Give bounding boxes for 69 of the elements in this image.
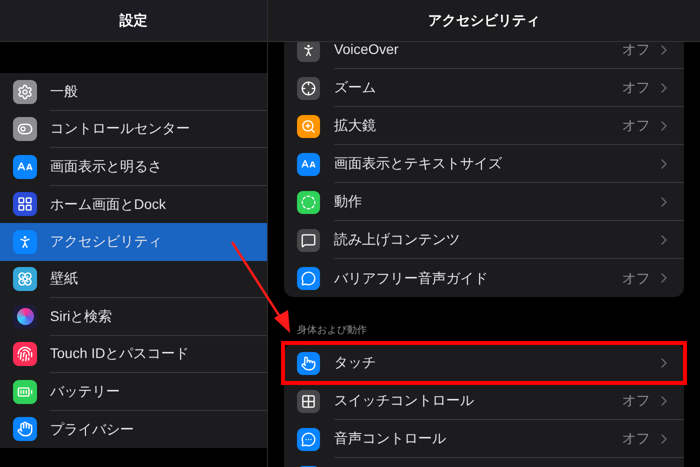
sidebar-item[interactable]: 壁紙	[0, 260, 267, 298]
item-label: スイッチコントロール	[334, 391, 475, 410]
settings-row[interactable]: 画面表示とテキストサイズ	[284, 145, 684, 183]
speech-bubble-icon	[297, 266, 320, 290]
grid-icon	[297, 390, 320, 412]
settings-row[interactable]: スイッチコントロール オフ	[284, 382, 684, 420]
settings-row[interactable]: ズーム オフ	[284, 69, 684, 107]
settings-row[interactable]: 音声コントロール オフ	[284, 420, 684, 458]
section-header: 身体および動作	[296, 324, 368, 338]
sidebar-item[interactable]: アクセシビリティ	[0, 223, 267, 260]
settings-row[interactable]: VoiceOver オフ	[284, 42, 684, 69]
siri-icon	[13, 304, 37, 329]
settings-row[interactable]: タッチ	[284, 344, 684, 382]
magnifier-icon	[297, 114, 320, 138]
item-label: 画面表示とテキストサイズ	[334, 154, 503, 173]
sidebar-item[interactable]: Touch IDとパスコード	[0, 336, 267, 373]
motion-icon	[297, 190, 320, 214]
accessibility-icon	[297, 42, 320, 62]
item-label: 拡大鏡	[334, 116, 377, 135]
item-value: オフ	[622, 42, 650, 59]
sidebar-item[interactable]: ホーム画面とDock	[0, 186, 267, 223]
sidebar-item[interactable]: 画面表示と明るさ	[0, 148, 267, 186]
item-label: Siriと検索	[50, 306, 112, 326]
battery-icon	[13, 380, 37, 404]
item-label: 動作	[334, 192, 363, 211]
accessibility-icon	[13, 230, 37, 254]
item-label: プライバシー	[50, 420, 134, 439]
settings-row[interactable]: 読み上げコンテンツ	[284, 221, 684, 259]
item-label: ホーム画面とDock	[50, 194, 166, 214]
item-label: タッチ	[334, 353, 377, 372]
text-size-icon	[297, 152, 320, 176]
item-label: Touch IDとパスコード	[50, 344, 190, 364]
item-value: オフ	[622, 391, 650, 410]
toggle-icon	[13, 117, 37, 142]
item-label: コントロールセンター	[50, 119, 190, 138]
item-label: 読み上げコンテンツ	[334, 230, 461, 249]
item-label: バッテリー	[50, 382, 120, 401]
pointer-hand-icon	[297, 352, 320, 374]
speech-bubble-icon	[297, 228, 320, 252]
item-value: オフ	[622, 268, 650, 288]
sidebar-item[interactable]: コントロールセンター	[0, 110, 267, 148]
sidebar-item[interactable]: Siriと検索	[0, 298, 267, 336]
grid-icon	[13, 192, 37, 216]
hand-icon	[13, 417, 37, 442]
sidebar-item[interactable]: バッテリー	[0, 373, 267, 410]
text-size-icon	[13, 154, 37, 179]
zoom-icon	[297, 76, 320, 100]
item-label: ズーム	[334, 78, 377, 97]
sidebar-item[interactable]: 一般	[0, 73, 267, 110]
settings-row[interactable]: 動作	[284, 183, 684, 221]
speech-bubble-icon	[297, 428, 320, 450]
fingerprint-icon	[13, 342, 37, 366]
settings-row[interactable]: 拡大鏡 オフ	[284, 107, 684, 145]
item-label: VoiceOver	[334, 42, 400, 59]
item-label: 画面表示と明るさ	[50, 156, 162, 176]
flower-icon	[13, 267, 37, 292]
sidebar-item[interactable]: プライバシー	[0, 410, 267, 448]
item-value: オフ	[622, 429, 650, 448]
item-label: 音声コントロール	[334, 429, 447, 448]
item-value: オフ	[622, 116, 650, 135]
item-label: アクセシビリティ	[50, 232, 162, 252]
item-label: バリアフリー音声ガイド	[334, 268, 489, 288]
sidebar-title: 設定	[120, 11, 148, 30]
item-value: オフ	[622, 78, 650, 97]
item-label: 壁紙	[50, 269, 78, 288]
item-label: 一般	[50, 82, 78, 101]
page-title: アクセシビリティ	[428, 11, 540, 30]
settings-row[interactable]: バリアフリー音声ガイド オフ	[284, 259, 684, 297]
gear-icon	[13, 80, 37, 104]
